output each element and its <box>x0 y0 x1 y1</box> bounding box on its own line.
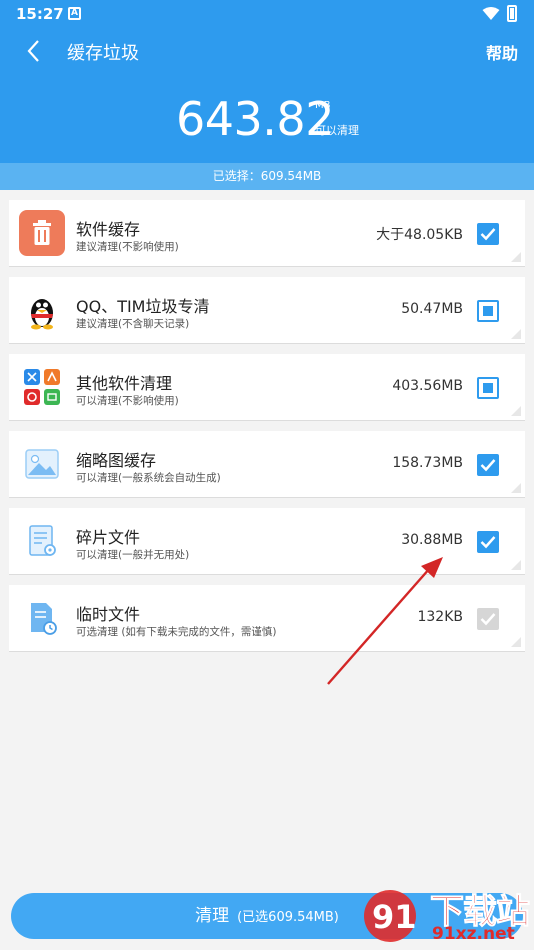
list-item[interactable]: 其他软件清理 可以清理(不影响使用) 403.56MB <box>9 354 525 421</box>
item-name: 缩略图缓存 <box>76 451 157 470</box>
clean-button-sub: (已选609.54MB) <box>237 910 339 925</box>
item-desc: 可选清理 (如有下载未完成的文件，需谨慎) <box>76 626 277 638</box>
watermark-logo-text: 91 <box>372 898 417 936</box>
item-checkbox[interactable] <box>477 608 499 630</box>
corner-mark <box>511 406 521 416</box>
check-icon <box>480 459 496 472</box>
page-title: 缓存垃圾 <box>67 43 139 64</box>
corner-mark <box>511 483 521 493</box>
document-clock-icon <box>19 595 65 641</box>
qq-penguin-icon <box>19 287 65 333</box>
item-name: 临时文件 <box>76 605 141 624</box>
app-grid-icon <box>19 364 65 410</box>
list-item[interactable]: 碎片文件 可以清理(一般并无用处) 30.88MB <box>9 508 525 575</box>
item-checkbox[interactable] <box>477 531 499 553</box>
notification-a-icon: A <box>68 7 81 20</box>
item-checkbox[interactable] <box>477 223 499 245</box>
help-button[interactable]: 帮助 <box>486 40 518 64</box>
header: 15:27 A 缓存垃圾 帮助 643.82 MB 可以清理 已选择：609.5… <box>0 0 534 190</box>
image-icon <box>19 441 65 487</box>
item-desc: 可以清理(一般并无用处) <box>76 549 190 561</box>
watermark-url: 91xz.net <box>432 924 515 944</box>
item-size: 大于48.05KB <box>376 227 463 243</box>
list-item[interactable]: 缩略图缓存 可以清理(一般系统会自动生成) 158.73MB <box>9 431 525 498</box>
item-size: 403.56MB <box>392 378 463 394</box>
corner-mark <box>511 252 521 262</box>
status-bar: 15:27 A <box>0 0 534 28</box>
total-size-unit: MB <box>315 100 331 111</box>
item-size: 50.47MB <box>401 301 463 317</box>
check-icon <box>480 613 496 626</box>
item-name: 软件缓存 <box>76 220 141 239</box>
item-size: 132KB <box>417 609 463 625</box>
battery-icon <box>507 5 517 22</box>
trash-icon <box>19 210 65 256</box>
check-icon <box>480 536 496 549</box>
item-desc: 建议清理(不影响使用) <box>76 241 179 253</box>
watermark: 91 下载站 91xz.net <box>360 880 531 948</box>
list-item[interactable]: 软件缓存 建议清理(不影响使用) 大于48.05KB <box>9 200 525 267</box>
item-checkbox[interactable] <box>477 300 499 322</box>
list-item[interactable]: 临时文件 可选清理 (如有下载未完成的文件，需谨慎) 132KB <box>9 585 525 652</box>
corner-mark <box>511 329 521 339</box>
list-item[interactable]: QQ、TIM垃圾专清 建议清理(不含聊天记录) 50.47MB <box>9 277 525 344</box>
item-name: QQ、TIM垃圾专清 <box>76 297 210 316</box>
chevron-left-icon <box>27 40 39 62</box>
item-desc: 可以清理(不影响使用) <box>76 395 179 407</box>
watermark-logo: 91 <box>364 890 417 942</box>
selected-summary: 已选择：609.54MB <box>0 163 534 190</box>
back-button[interactable] <box>20 36 50 66</box>
wifi-icon <box>482 7 500 20</box>
corner-mark <box>511 637 521 647</box>
corner-mark <box>511 560 521 570</box>
item-name: 碎片文件 <box>76 528 141 547</box>
item-checkbox[interactable] <box>477 454 499 476</box>
check-icon <box>480 228 496 241</box>
item-desc: 建议清理(不含聊天记录) <box>76 318 190 330</box>
total-size-note: 可以清理 <box>315 124 359 137</box>
item-size: 30.88MB <box>401 532 463 548</box>
item-checkbox[interactable] <box>477 377 499 399</box>
clean-button-label: 清理 <box>195 906 230 926</box>
total-size-value: 643.82 <box>176 92 334 146</box>
document-gear-icon <box>19 518 65 564</box>
status-time: 15:27 <box>16 5 64 23</box>
item-desc: 可以清理(一般系统会自动生成) <box>76 472 221 484</box>
item-name: 其他软件清理 <box>76 374 173 393</box>
item-size: 158.73MB <box>392 455 463 471</box>
